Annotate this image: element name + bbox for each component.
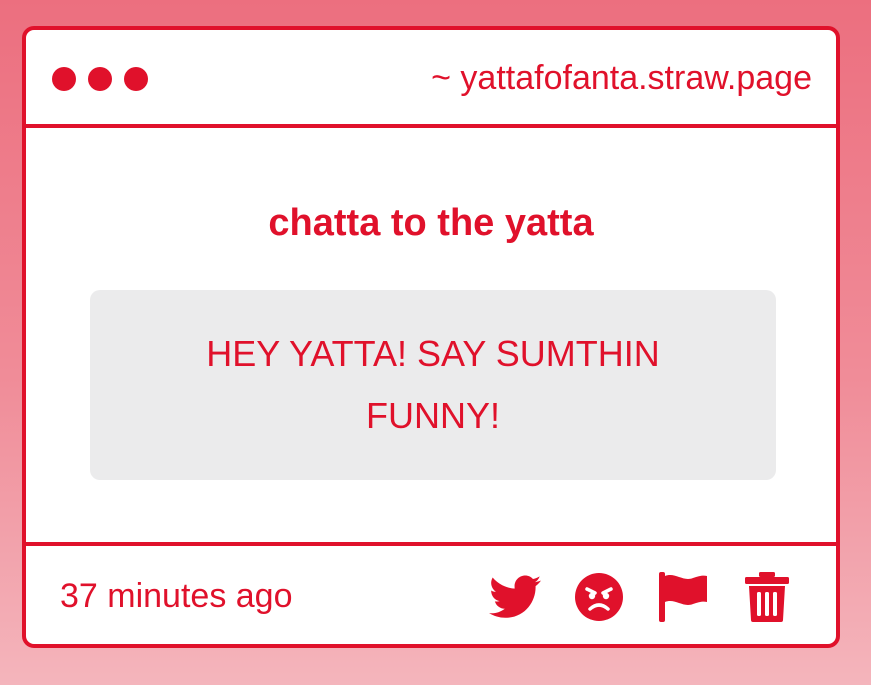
window-title-bar: ~ yattafofanta.straw.page (26, 30, 836, 128)
window-dot (88, 67, 112, 91)
page-url[interactable]: ~ yattafofanta.straw.page (431, 58, 812, 98)
window-dot (52, 67, 76, 91)
card-content: chatta to the yatta HEY YATTA! SAY SUMTH… (26, 128, 836, 542)
twitter-icon[interactable] (488, 570, 542, 624)
window-dot (124, 67, 148, 91)
message-text: HEY YATTA! SAY SUMTHIN FUNNY! (206, 333, 660, 436)
action-bar (488, 570, 794, 624)
message-box: HEY YATTA! SAY SUMTHIN FUNNY! (90, 290, 776, 480)
timestamp: 37 minutes ago (60, 577, 293, 615)
message-card: ~ yattafofanta.straw.page chatta to the … (22, 26, 840, 648)
page-title: chatta to the yatta (268, 202, 594, 244)
window-controls (52, 67, 148, 91)
angry-face-icon[interactable] (572, 570, 626, 624)
trash-icon[interactable] (740, 570, 794, 624)
flag-icon[interactable] (656, 570, 710, 624)
card-footer: 37 minutes ago (26, 542, 836, 644)
